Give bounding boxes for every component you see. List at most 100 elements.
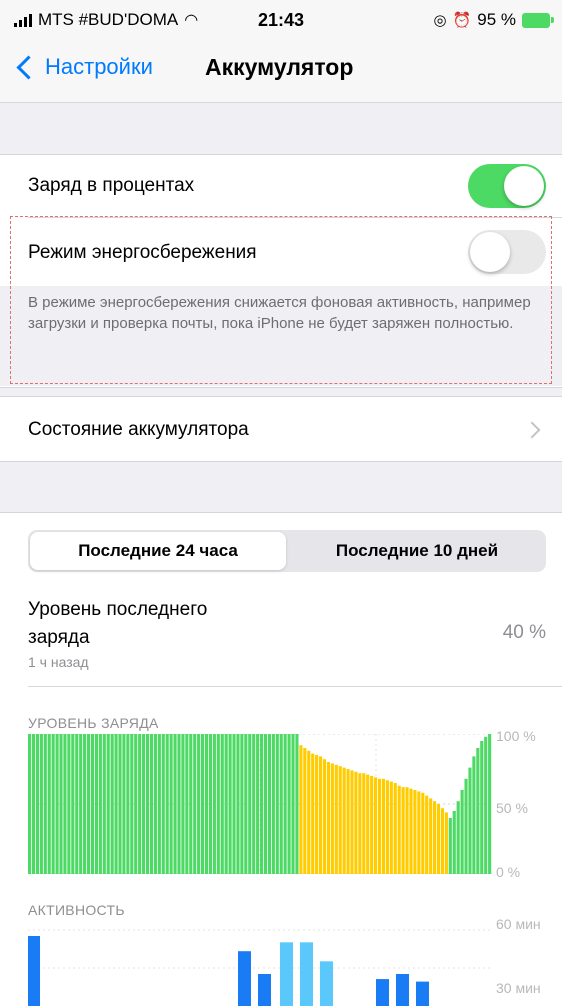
level-bar bbox=[260, 734, 264, 874]
divider bbox=[28, 686, 562, 687]
level-bar bbox=[413, 790, 417, 874]
period-segmented-control: Последние 24 часа Последние 10 дней bbox=[28, 530, 546, 572]
level-bar bbox=[126, 734, 130, 874]
level-bar bbox=[153, 734, 157, 874]
level-bar bbox=[338, 766, 342, 874]
level-bar bbox=[145, 734, 150, 874]
tab-last-24-hours[interactable]: Последние 24 часа bbox=[30, 532, 286, 570]
activity-chart-title: АКТИВНОСТЬ bbox=[28, 902, 125, 918]
level-bar bbox=[232, 734, 236, 874]
level-bar bbox=[488, 734, 492, 874]
status-right: ◎ ⏰ 95 % bbox=[433, 10, 554, 30]
level-bar bbox=[456, 801, 460, 874]
level-bar bbox=[421, 792, 425, 874]
level-bar bbox=[448, 818, 452, 874]
level-bar bbox=[197, 734, 201, 874]
battery-icon bbox=[522, 12, 554, 28]
level-bar bbox=[350, 770, 354, 874]
level-bar bbox=[452, 811, 456, 874]
status-bar: MTS #BUD'DOMA ◠ 21:43 ◎ ⏰ 95 % bbox=[0, 0, 562, 40]
level-bar bbox=[204, 734, 209, 874]
level-bar bbox=[122, 734, 126, 874]
level-bar bbox=[31, 734, 36, 874]
level-bar bbox=[283, 734, 287, 874]
activity-bar bbox=[396, 974, 409, 1006]
level-bar bbox=[185, 734, 189, 874]
level-bar bbox=[346, 769, 350, 874]
level-bar bbox=[35, 734, 39, 874]
signal-icon bbox=[14, 13, 32, 27]
level-chart-title: УРОВЕНЬ ЗАРЯДА bbox=[28, 715, 159, 731]
last-charge-time: 1 ч назад bbox=[28, 654, 89, 670]
level-bar bbox=[315, 755, 319, 874]
activity-bar bbox=[28, 936, 40, 1006]
back-button[interactable]: Настройки bbox=[14, 54, 153, 80]
level-bar bbox=[63, 734, 67, 874]
battery-settings-group: Заряд в процентах Режим энергосбережения bbox=[0, 154, 562, 388]
level-bar bbox=[385, 780, 389, 874]
level-bar bbox=[43, 734, 47, 874]
low-power-label: Режим энергосбережения bbox=[28, 242, 257, 263]
navigation-bar: Настройки Аккумулятор bbox=[0, 40, 562, 103]
level-bar bbox=[311, 753, 315, 874]
level-bar bbox=[330, 763, 334, 874]
level-tick-50: 50 % bbox=[496, 800, 528, 816]
level-bar bbox=[377, 778, 382, 874]
level-bar bbox=[405, 787, 409, 874]
level-bar bbox=[75, 734, 79, 874]
level-bar bbox=[279, 734, 283, 874]
last-charge-title-line2: заряда bbox=[28, 627, 90, 648]
level-bar bbox=[366, 774, 370, 874]
chevron-left-icon bbox=[16, 54, 41, 80]
level-bar bbox=[476, 748, 480, 874]
level-bar bbox=[157, 734, 161, 874]
battery-percentage-toggle[interactable] bbox=[468, 164, 546, 208]
level-bar bbox=[374, 777, 378, 874]
level-tick-100: 100 % bbox=[496, 728, 536, 744]
activity-bar bbox=[320, 961, 333, 1006]
level-bar bbox=[389, 781, 393, 874]
chevron-right-icon bbox=[523, 421, 541, 439]
activity-bar bbox=[416, 981, 429, 1006]
level-bar bbox=[208, 734, 213, 874]
level-bar bbox=[83, 734, 87, 874]
activity-bar bbox=[300, 942, 313, 1006]
level-bar bbox=[429, 798, 433, 874]
level-bar bbox=[39, 734, 43, 874]
level-bar bbox=[318, 756, 323, 874]
level-bar bbox=[433, 801, 437, 874]
last-charge-title: Уровень последнего заряда bbox=[28, 596, 207, 652]
low-power-toggle[interactable] bbox=[468, 230, 546, 274]
level-bar bbox=[47, 734, 51, 874]
level-bar bbox=[193, 734, 197, 874]
level-bar bbox=[201, 734, 205, 874]
level-bar bbox=[189, 734, 193, 874]
level-bar bbox=[472, 756, 476, 874]
level-bar bbox=[177, 734, 181, 874]
battery-health-row[interactable]: Состояние аккумулятора bbox=[0, 396, 562, 462]
level-bar bbox=[90, 734, 95, 874]
level-bar bbox=[393, 783, 397, 874]
level-bar bbox=[440, 808, 445, 874]
level-bar bbox=[55, 734, 59, 874]
tab-last-10-days[interactable]: Последние 10 дней bbox=[290, 532, 544, 570]
level-bar bbox=[220, 734, 224, 874]
level-bar bbox=[79, 734, 83, 874]
level-bar bbox=[275, 734, 279, 874]
carrier-name: MTS #BUD'DOMA bbox=[38, 10, 179, 29]
alarm-icon: ⏰ bbox=[452, 12, 472, 29]
level-bar bbox=[67, 734, 71, 874]
level-bar bbox=[134, 734, 138, 874]
level-bar bbox=[381, 778, 386, 874]
level-bar bbox=[165, 734, 169, 874]
level-bar bbox=[110, 734, 114, 874]
orientation-lock-icon: ◎ bbox=[433, 12, 447, 29]
level-bar bbox=[248, 734, 252, 874]
last-charge-title-line1: Уровень последнего bbox=[28, 599, 208, 620]
level-bar bbox=[106, 734, 110, 874]
low-power-row: Режим энергосбережения bbox=[0, 218, 562, 286]
level-bar bbox=[216, 734, 220, 874]
activity-bar bbox=[258, 974, 271, 1006]
level-bar bbox=[460, 790, 464, 874]
activity-tick-30: 30 мин bbox=[496, 980, 541, 996]
